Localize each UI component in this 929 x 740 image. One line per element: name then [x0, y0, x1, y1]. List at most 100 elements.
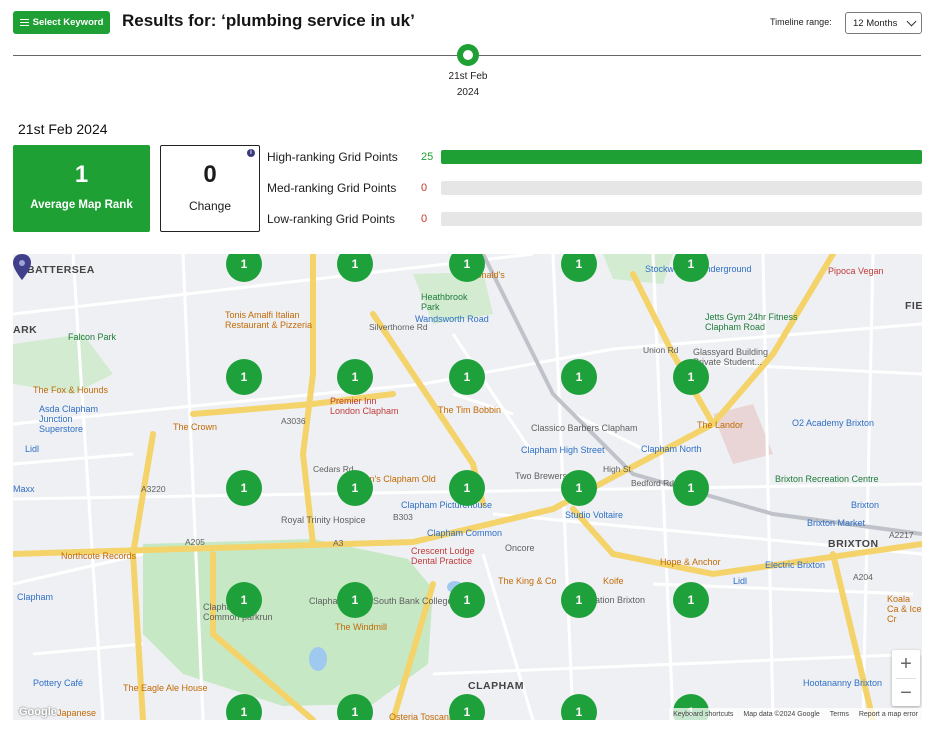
change-card: i 0 Change: [160, 145, 260, 232]
map-poi: Royal Trinity Hospice: [281, 515, 366, 525]
map-poi: O2 Academy Brixton: [792, 418, 875, 428]
road-label: Bedford Rd: [631, 478, 674, 488]
area-label: FIE: [905, 300, 922, 312]
road-label: A3220: [141, 484, 166, 494]
report-error-link[interactable]: Report a map error: [859, 711, 918, 718]
area-label: CLAPHAM: [468, 680, 524, 692]
grid-point-rank[interactable]: 1: [226, 470, 262, 506]
map-poi: Hope & Anchor: [660, 557, 721, 567]
grid-points-bar: [441, 181, 922, 195]
road-label: High St: [603, 464, 631, 474]
map-poi: Electric Brixton: [765, 560, 826, 570]
map-poi: Clapham High Street: [521, 445, 605, 455]
map-poi: Crescent Lodge Dental Practice: [411, 546, 475, 566]
map-poi: ation Brixton: [595, 595, 646, 605]
grid-points-label: Med-ranking Grid Points: [267, 181, 397, 195]
area-label: BATTERSEA: [27, 264, 95, 276]
map-poi: The King & Co: [498, 576, 557, 586]
grid-point-rank[interactable]: 1: [449, 359, 485, 395]
map-poi: Japanese: [57, 708, 97, 718]
map-poi: Classico Barbers Clapham: [531, 423, 638, 433]
location-pin-icon: [13, 254, 31, 280]
grid-points-bar: [441, 212, 922, 226]
map-poi: Koala Ca & Ice Cr: [887, 594, 922, 624]
map-poi: Koife: [603, 576, 624, 586]
grid-points-label: Low-ranking Grid Points: [267, 212, 396, 226]
map-poi: The Fox & Hounds: [33, 385, 109, 395]
grid-point-rank[interactable]: 1: [449, 470, 485, 506]
menu-icon: [19, 18, 29, 27]
map-poi: The Crown: [173, 422, 218, 432]
map-poi: The Tim Bobbin: [438, 405, 502, 415]
grid-point-rank[interactable]: 1: [673, 359, 709, 395]
grid-point-rank[interactable]: 1: [449, 582, 485, 618]
map-poi: Osteria Toscana: [389, 712, 454, 720]
grid-points-value: 0: [421, 213, 428, 225]
average-rank-value: 1: [74, 161, 89, 188]
road-label: A205: [185, 537, 205, 547]
grid-point-rank[interactable]: 1: [226, 582, 262, 618]
map-poi: Tonis Amalfi Italian Restaurant & Pizzer…: [225, 310, 313, 330]
map-poi: Pottery Café: [33, 678, 84, 688]
road-label: Silverthorne Rd: [369, 322, 428, 332]
area-label: ARK: [13, 324, 38, 336]
grid-points-value: 25: [421, 151, 434, 163]
map-poi: Clapham: [17, 592, 54, 602]
map-poi: Clapham North: [641, 444, 702, 454]
map-poi: Jetts Gym 24hr Fitness Clapham Road: [705, 312, 798, 332]
zoom-out-button[interactable]: −: [892, 679, 920, 707]
timeline-range-label: Timeline range:: [770, 17, 832, 27]
grid-point-rank[interactable]: 1: [226, 359, 262, 395]
rank-map[interactable]: BATTERSEA ARK FIE BRIXTON CLAPHAM Heathb…: [13, 254, 922, 720]
road-label: A3036: [281, 416, 306, 426]
grid-points-label: High-ranking Grid Points: [267, 150, 398, 164]
road-label: B303: [393, 512, 413, 522]
road-label: A204: [853, 572, 873, 582]
map-poi: Glassyard Building Private Student...: [693, 347, 769, 367]
select-keyword-button[interactable]: Select Keyword: [13, 11, 110, 34]
timeline-date: 21st Feb 2024: [448, 71, 488, 98]
map-poi: Lidl: [733, 576, 748, 586]
timeline-range-select[interactable]: 12 Months: [845, 12, 922, 34]
grid-point-rank[interactable]: 1: [337, 359, 373, 395]
zoom-in-button[interactable]: +: [892, 650, 920, 678]
grid-point-rank[interactable]: 1: [561, 582, 597, 618]
map-poi: Clapham Common: [427, 528, 503, 538]
change-value: 0: [203, 161, 217, 188]
map-poi: Brixton: [851, 500, 880, 510]
grid-point-rank[interactable]: 1: [561, 470, 597, 506]
map-poi: The Windmill: [335, 622, 388, 632]
road-label: A2217: [889, 530, 914, 540]
grid-point-rank[interactable]: 1: [673, 582, 709, 618]
zoom-control: + −: [892, 650, 920, 706]
road-label: A3: [333, 538, 344, 548]
map-poi: Falcon Park: [68, 332, 117, 342]
terms-link[interactable]: Terms: [830, 711, 849, 718]
grid-points-bar-fill: [441, 150, 922, 164]
grid-points-bar: [441, 150, 922, 164]
map-poi: Pipoca Vegan: [828, 266, 884, 276]
page-title: Results for: ‘plumbing service in uk’: [122, 11, 415, 30]
map-poi: Lidl: [25, 444, 40, 454]
map-poi: Brixton Market: [807, 518, 866, 528]
map-poi: South Bank Colleges: [373, 596, 458, 606]
grid-point-rank[interactable]: 1: [673, 470, 709, 506]
timeline-range-value: 12 Months: [853, 17, 898, 29]
info-icon[interactable]: i: [247, 149, 255, 157]
grid-point-rank[interactable]: 1: [337, 470, 373, 506]
map-poi: Hootananny Brixton: [803, 678, 883, 688]
map-poi: Studio Voltaire: [565, 510, 624, 520]
map-poi: Brixton Recreation Centre: [775, 474, 879, 484]
area-label: BRIXTON: [828, 538, 879, 550]
map-data-text: Map data ©2024 Google: [743, 710, 820, 718]
average-map-rank-card: 1 Average Map Rank: [13, 145, 150, 232]
high-ranking-row: High-ranking Grid Points 25: [267, 149, 922, 165]
timeline-point[interactable]: [457, 44, 479, 66]
map-poi: The Landor: [697, 420, 744, 430]
keyboard-shortcuts-link[interactable]: Keyboard shortcuts: [673, 711, 733, 718]
grid-point-rank[interactable]: 1: [561, 359, 597, 395]
google-logo: Google: [19, 706, 57, 718]
grid-point-rank[interactable]: 1: [337, 582, 373, 618]
road-label: Union Rd: [643, 345, 679, 355]
map-poi: Oncore: [505, 543, 535, 553]
